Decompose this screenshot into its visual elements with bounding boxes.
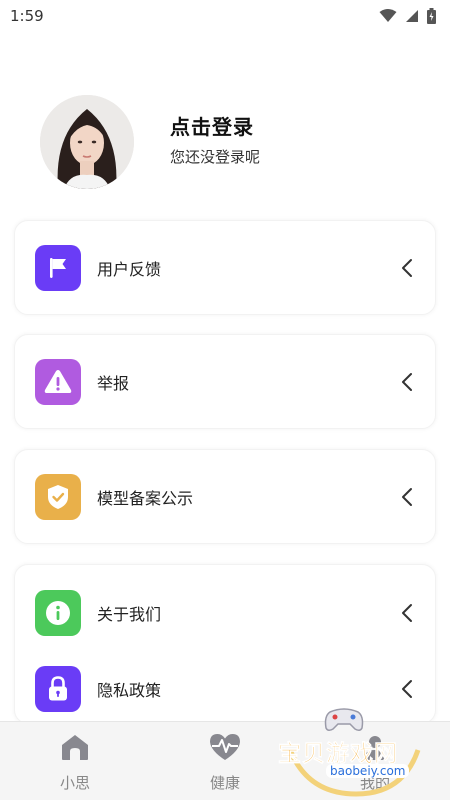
feedback-card: 用户反馈 — [14, 220, 436, 315]
menu-item-report[interactable]: 举报 — [15, 344, 435, 420]
menu-item-label: 用户反馈 — [97, 260, 162, 279]
menu-item-about[interactable]: 关于我们 — [15, 575, 435, 651]
chevron-icon — [402, 604, 412, 622]
avatar[interactable] — [40, 95, 134, 189]
cellular-signal-icon — [406, 10, 418, 22]
login-subtitle: 您还没登录呢 — [170, 148, 261, 166]
status-icons — [379, 8, 436, 24]
tab-label: 健康 — [209, 774, 240, 792]
watermark: 宝贝游戏网 baobeiy.com — [278, 702, 428, 797]
profile-text[interactable]: 点击登录 您还没登录呢 — [170, 111, 260, 167]
flag-icon — [35, 245, 81, 291]
battery-icon — [427, 8, 436, 24]
login-title[interactable]: 点击登录 — [170, 111, 260, 140]
chevron-icon — [402, 373, 412, 391]
lock-icon — [35, 666, 81, 712]
model-filing-card: 模型备案公示 — [14, 449, 436, 544]
chevron-icon — [402, 259, 412, 277]
watermark-url: baobeiy.com — [326, 764, 410, 778]
status-bar: 1:59 — [0, 0, 450, 32]
tab-xiaosi[interactable]: 小思 — [35, 730, 115, 793]
menu-item-label: 模型备案公示 — [97, 489, 194, 508]
menu-item-feedback[interactable]: 用户反馈 — [15, 230, 435, 306]
status-time: 1:59 — [10, 7, 44, 25]
tab-health[interactable]: 健康 — [185, 730, 265, 793]
info-icon — [35, 590, 81, 636]
warning-icon — [35, 359, 81, 405]
wifi-icon — [379, 9, 397, 22]
about-privacy-card: 关于我们 隐私政策 — [14, 564, 436, 724]
profile-header[interactable]: 点击登录 您还没登录呢 — [40, 95, 260, 189]
report-card: 举报 — [14, 334, 436, 429]
chevron-icon — [402, 488, 412, 506]
menu-item-label: 关于我们 — [97, 605, 162, 624]
chevron-icon — [402, 680, 412, 698]
watermark-text: 宝贝游戏网 — [278, 741, 398, 768]
heart-pulse-icon — [210, 734, 240, 760]
home-icon — [62, 735, 88, 760]
menu-item-model-filing[interactable]: 模型备案公示 — [15, 459, 435, 535]
menu-item-label: 隐私政策 — [97, 681, 162, 700]
menu-item-label: 举报 — [97, 374, 130, 393]
shield-check-icon — [35, 474, 81, 520]
tab-label: 小思 — [59, 774, 90, 792]
